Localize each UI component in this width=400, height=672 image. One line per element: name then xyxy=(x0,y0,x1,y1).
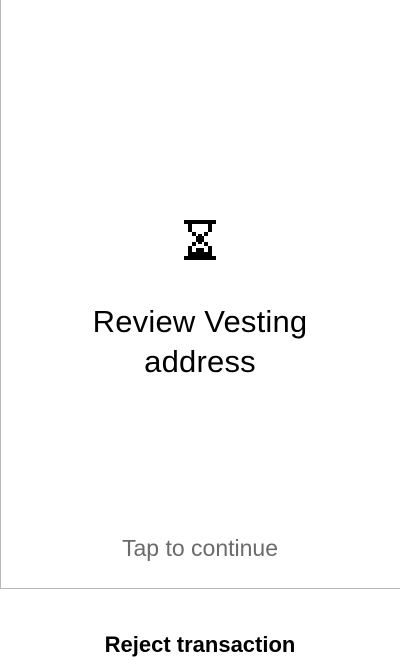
review-title-line-1: Review Vesting xyxy=(92,304,308,339)
review-screen[interactable]: Review Vesting address Tap to continue R… xyxy=(0,0,400,672)
reject-transaction-label: Reject transaction xyxy=(104,631,296,657)
hourglass-icon xyxy=(184,220,216,260)
screen-edge-divider xyxy=(0,0,1,672)
tap-to-continue-hint[interactable]: Tap to continue xyxy=(0,533,400,563)
review-title: Review Vesting address xyxy=(40,302,360,382)
review-title-line-2: address xyxy=(144,344,256,379)
reject-transaction-button[interactable]: Reject transaction xyxy=(0,589,400,672)
